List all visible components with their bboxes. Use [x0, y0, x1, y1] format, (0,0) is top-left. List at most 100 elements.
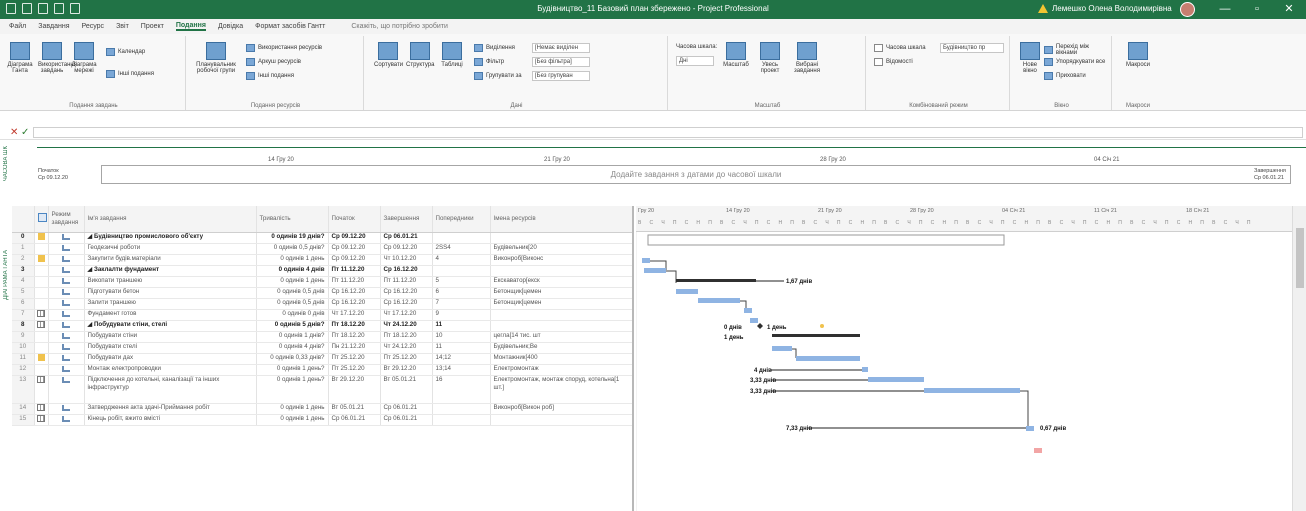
table-row[interactable]: 4 Викопати траншею 0 одинів 1 день Пт 11.12… [12, 276, 632, 288]
resources-cell[interactable]: Виконроб[Викон роб] [490, 403, 632, 415]
task-name-cell[interactable]: Затвердження акта здачі-Приймання робіт [84, 403, 257, 415]
task-name-cell[interactable]: ◢ Заклалти фундамент [84, 265, 257, 277]
indicator-cell[interactable] [34, 375, 49, 404]
task-bar[interactable] [1026, 426, 1034, 431]
gantt-chart[interactable]: Гру 20 14 Гру 20 21 Гру 20 28 Гру 20 04 … [636, 206, 1292, 511]
resources-cell[interactable]: Будівельник[20 [490, 243, 632, 255]
indicators-header[interactable] [34, 206, 49, 233]
row-number[interactable]: 14 [12, 403, 35, 415]
start-cell[interactable]: Пт 25.12.20 [328, 353, 381, 365]
task-name-cell[interactable]: Підготувати бетон [84, 287, 257, 299]
predecessors-cell[interactable]: 11 [432, 320, 491, 332]
finish-cell[interactable]: Ср 06.01.21 [380, 403, 433, 415]
resources-cell[interactable]: Бетонщик[цемен [490, 298, 632, 310]
account-area[interactable]: Лемешко Олена Володимирівна [1038, 4, 1172, 13]
details-checkbox[interactable]: Відомості [874, 58, 913, 66]
table-row[interactable]: 12 Монтаж електропроводки 0 одинів 1 день?… [12, 364, 632, 376]
row-number[interactable]: 1 [12, 243, 35, 255]
start-cell[interactable]: Ср 09.12.20 [328, 254, 381, 266]
other-resource-views-button[interactable]: Інші подання [246, 72, 294, 80]
zoom-button[interactable]: Масштаб [722, 42, 750, 90]
row-number[interactable]: 7 [12, 309, 35, 321]
task-mode-cell[interactable] [48, 265, 85, 277]
row-number[interactable]: 5 [12, 287, 35, 299]
outline-button[interactable]: Структура [406, 42, 434, 90]
resources-cell[interactable] [490, 309, 632, 321]
vertical-scrollbar[interactable] [1292, 206, 1306, 511]
table-row[interactable]: 9 Побудувати стіни 0 одинів 1 днів? Пт 18.1… [12, 331, 632, 343]
avatar[interactable] [1180, 2, 1195, 17]
duration-cell[interactable]: 0 одинів 1 день [256, 254, 329, 266]
indicator-cell[interactable] [34, 232, 49, 244]
task-bar[interactable] [796, 356, 860, 361]
task-bar[interactable] [644, 268, 666, 273]
finish-cell[interactable]: Ср 06.01.21 [380, 232, 433, 244]
resources-cell[interactable] [490, 265, 632, 277]
table-row[interactable]: 0 ◢ Будівництво промислового об'єкту 0 оди… [12, 232, 632, 244]
start-cell[interactable]: Пт 11.12.20 [328, 265, 381, 277]
duration-cell[interactable]: 0 одинів 1 день? [256, 364, 329, 376]
task-name-cell[interactable]: ◢ Будівництво промислового об'єкту [84, 232, 257, 244]
predecessors-cell[interactable]: 6 [432, 287, 491, 299]
indicator-cell[interactable] [34, 364, 49, 376]
task-name-cell[interactable]: Кінець робіт, вжито вмісті [84, 414, 257, 426]
task-bar[interactable] [698, 298, 740, 303]
arrange-all-button[interactable]: Упорядкувати все [1044, 58, 1105, 66]
task-mode-cell[interactable] [48, 403, 85, 415]
predecessors-header[interactable]: Попередники [432, 206, 491, 233]
task-bar[interactable] [1034, 448, 1042, 453]
maximize-button[interactable]: ▫ [1246, 2, 1268, 17]
resource-sheet-button[interactable]: Аркуш ресурсів [246, 58, 301, 66]
resources-cell[interactable]: Виконроб[Виконс [490, 254, 632, 266]
duration-cell[interactable]: 0 одинів 5 днів? [256, 320, 329, 332]
table-row[interactable]: 2 Закупити будів.матеріали 0 одинів 1 день… [12, 254, 632, 266]
indicator-cell[interactable] [34, 403, 49, 415]
sort-button[interactable]: Сортувати [374, 42, 403, 90]
task-name-cell[interactable]: ◢ Побудувати стіни, стелі [84, 320, 257, 332]
predecessors-cell[interactable] [432, 232, 491, 244]
table-row[interactable]: 15 Кінець робіт, вжито вмісті 0 одинів 1 д… [12, 414, 632, 426]
indicator-cell[interactable] [34, 331, 49, 343]
gantt-chart-button[interactable]: Діаграма Ганта [6, 42, 34, 90]
tables-button[interactable]: Таблиці [438, 42, 466, 90]
duration-cell[interactable]: 0 одинів 0 днів [256, 309, 329, 321]
resource-usage-button[interactable]: Використання ресурсів [246, 44, 322, 52]
indicator-cell[interactable] [34, 287, 49, 299]
duration-cell[interactable]: 0 одинів 4 днів [256, 265, 329, 277]
user-name[interactable]: Лемешко Олена Володимирівна [1052, 4, 1172, 13]
summary-bar[interactable] [676, 279, 756, 282]
table-row[interactable]: 5 Підготувати бетон 0 одинів 0,5 днів Ср 16… [12, 287, 632, 299]
tab-resource[interactable]: Ресурс [81, 23, 104, 30]
finish-cell[interactable]: Чт 17.12.20 [380, 309, 433, 321]
table-row[interactable]: 14 Затвердження акта здачі-Приймання робі… [12, 403, 632, 415]
mode-header[interactable]: Режим завдання [48, 206, 85, 233]
task-bar[interactable] [750, 318, 758, 323]
start-cell[interactable]: Ср 16.12.20 [328, 298, 381, 310]
highlight-select[interactable]: [Немає виділен [532, 43, 590, 53]
start-cell[interactable]: Чт 17.12.20 [328, 309, 381, 321]
start-cell[interactable]: Вт 05.01.21 [328, 403, 381, 415]
predecessors-cell[interactable]: 4 [432, 254, 491, 266]
predecessors-cell[interactable]: 14;12 [432, 353, 491, 365]
predecessors-cell[interactable] [432, 403, 491, 415]
minimize-button[interactable]: — [1214, 2, 1236, 17]
finish-cell[interactable]: Пт 18.12.20 [380, 331, 433, 343]
row-number[interactable]: 8 [12, 320, 35, 332]
task-mode-cell[interactable] [48, 414, 85, 426]
hide-button[interactable]: Приховати [1044, 72, 1086, 80]
indicator-cell[interactable] [34, 254, 49, 266]
task-bar[interactable] [744, 308, 752, 313]
confirm-entry-icon[interactable]: ✓ [21, 127, 29, 138]
duration-cell[interactable]: 0 одинів 1 днів? [256, 331, 329, 343]
row-number[interactable]: 6 [12, 298, 35, 310]
predecessors-cell[interactable]: 7 [432, 298, 491, 310]
task-name-cell[interactable]: Викопати траншею [84, 276, 257, 288]
indicator-cell[interactable] [34, 320, 49, 332]
duration-cell[interactable]: 0 одинів 4 днів? [256, 342, 329, 354]
project-summary-bar[interactable] [647, 234, 1005, 246]
table-row[interactable]: 3 ◢ Заклалти фундамент 0 одинів 4 днів Пт 1… [12, 265, 632, 277]
table-row[interactable]: 1 Геодезичні роботи 0 одинів 0,5 днів? Ср 0… [12, 243, 632, 255]
select-all-corner[interactable] [12, 206, 35, 233]
group-by-select[interactable]: [Без групуван [532, 71, 590, 81]
task-mode-cell[interactable] [48, 320, 85, 332]
